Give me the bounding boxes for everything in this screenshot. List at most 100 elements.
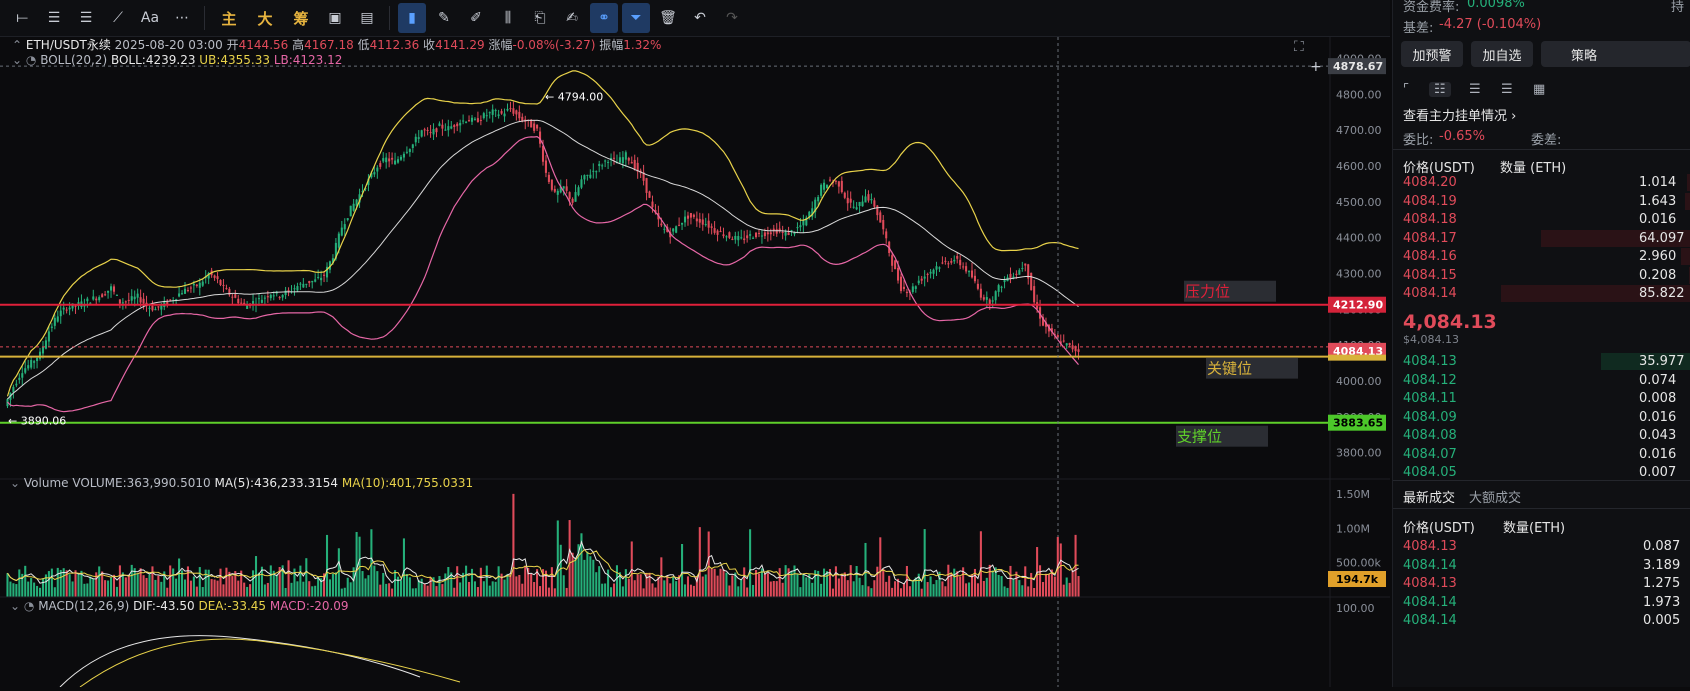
volume-bar xyxy=(361,571,364,597)
bid-row[interactable]: 4084.07 0.016 xyxy=(1393,446,1690,464)
tab-latest-trades[interactable]: 最新成交 xyxy=(1403,487,1455,506)
ask-row[interactable]: 4084.20 1.014 xyxy=(1393,174,1690,192)
volume-bar xyxy=(985,577,988,597)
volume-bar xyxy=(722,569,725,597)
main-orders-link[interactable]: 查看主力挂单情况 › xyxy=(1393,104,1690,124)
bell-icon[interactable]: ◔ xyxy=(24,599,34,613)
clipboard-icon[interactable]: ⎗ xyxy=(526,3,554,33)
undo-icon[interactable]: ↶ xyxy=(686,3,714,33)
collapse-icon[interactable]: ⌄ xyxy=(10,599,20,613)
magnet-icon[interactable]: ▣ xyxy=(321,3,349,33)
add-alert-button[interactable]: 加预警 xyxy=(1401,41,1463,67)
filter-icon[interactable]: ⏷ xyxy=(622,3,650,33)
trade-row: 4084.13 1.275 xyxy=(1393,575,1690,593)
bid-price: 4084.08 xyxy=(1403,428,1457,443)
add-watchlist-button[interactable]: 加自选 xyxy=(1471,41,1533,67)
tab-large-trades[interactable]: 大额成交 xyxy=(1469,487,1521,506)
collapse-icon[interactable]: ⌄ xyxy=(12,53,22,67)
candle-body xyxy=(790,230,793,232)
indicator-button-2[interactable]: 筹 xyxy=(285,3,317,33)
candle-body xyxy=(323,274,326,276)
bid-row[interactable]: 4084.12 0.074 xyxy=(1393,372,1690,390)
bid-row[interactable]: 4084.13 35.977 xyxy=(1393,353,1690,371)
candle-body xyxy=(444,129,447,131)
candle-body xyxy=(823,182,826,190)
candle-body xyxy=(346,218,349,220)
corner-icon[interactable]: ⌜ xyxy=(1403,82,1409,97)
horizontal-line-icon[interactable]: ⟝ xyxy=(8,3,36,33)
candle-body xyxy=(589,174,592,178)
volume-bar xyxy=(610,587,613,597)
candle-body xyxy=(541,145,545,162)
ruler-icon[interactable]: ✎ xyxy=(430,3,458,33)
ask-row[interactable]: 4084.18 0.016 xyxy=(1393,211,1690,229)
orderbook-bids-icon[interactable]: ☰ xyxy=(1501,82,1513,97)
volume-bar xyxy=(391,588,394,597)
grid-icon[interactable]: ▦ xyxy=(1533,82,1545,97)
collapse-icon[interactable]: ⌄ xyxy=(10,476,20,490)
bid-qty: 0.016 xyxy=(1639,409,1677,425)
ask-row[interactable]: 4084.14 85.822 xyxy=(1393,285,1690,303)
fullscreen-icon[interactable]: ⛶ xyxy=(1294,39,1304,55)
indicator-button-1[interactable]: 大 xyxy=(249,3,281,33)
volume-bar xyxy=(494,581,497,597)
ask-price: 4084.14 xyxy=(1403,286,1457,301)
volume-bar xyxy=(982,580,985,597)
orderbook-asks-icon[interactable]: ☰ xyxy=(1469,82,1481,97)
template-icon[interactable]: ▤ xyxy=(353,3,381,33)
horizontal-ray-icon[interactable]: ☰ xyxy=(40,3,68,33)
price-chart[interactable]: 4900.004800.004700.004600.004500.004400.… xyxy=(0,37,1390,688)
bid-row[interactable]: 4084.09 0.016 xyxy=(1393,409,1690,427)
bid-row[interactable]: 4084.11 0.008 xyxy=(1393,390,1690,408)
volume-bar xyxy=(1027,586,1030,597)
redo-icon[interactable]: ↷ xyxy=(718,3,746,33)
parallel-channel-icon[interactable]: ☰ xyxy=(72,3,100,33)
candles-icon[interactable]: ⫼ xyxy=(494,3,522,33)
trade-qty: 3.189 xyxy=(1643,557,1681,573)
volume-bar xyxy=(213,579,216,597)
volume-bar xyxy=(512,493,515,597)
volume-bar xyxy=(1018,580,1021,597)
candle-body xyxy=(252,301,255,304)
price-axis-tick: 4000.00 xyxy=(1336,375,1382,388)
text-tool-icon[interactable]: Aa xyxy=(136,3,164,33)
bell-icon[interactable]: ◔ xyxy=(26,53,36,67)
bookmark-icon[interactable]: ▮ xyxy=(398,3,426,33)
bid-price: 4084.12 xyxy=(1403,372,1457,388)
volume-bar xyxy=(823,568,826,597)
strategy-button[interactable]: 策略 xyxy=(1541,41,1690,67)
ask-row[interactable]: 4084.17 64.097 xyxy=(1393,229,1690,248)
bid-row[interactable]: 4084.08 0.043 xyxy=(1393,427,1690,445)
trash-icon[interactable]: 🗑 xyxy=(654,3,682,33)
volume-bar xyxy=(861,585,864,597)
volume-bar xyxy=(225,567,228,597)
candle-body xyxy=(284,290,287,296)
chart-area[interactable]: 4900.004800.004700.004600.004500.004400.… xyxy=(0,37,1390,688)
chevron-up-icon[interactable]: ⌃ xyxy=(12,38,22,52)
volume-bar xyxy=(796,574,799,597)
indicator-button-0[interactable]: 主 xyxy=(213,3,245,33)
note-icon[interactable]: ✍ xyxy=(558,3,586,33)
trend-line-icon[interactable]: ⟋ xyxy=(104,3,132,33)
ask-row[interactable]: 4084.19 1.643 xyxy=(1393,192,1690,211)
link-icon[interactable]: ⚭ xyxy=(590,3,618,33)
ratio-label: 委比: xyxy=(1403,133,1434,148)
candle-body xyxy=(763,232,766,237)
more-tools-icon[interactable]: ⋯ xyxy=(168,3,196,33)
ask-row[interactable]: 4084.15 0.208 xyxy=(1393,266,1690,285)
candle-body xyxy=(154,309,157,311)
candle-body xyxy=(917,280,920,284)
volume-bar xyxy=(246,586,249,597)
pen-icon[interactable]: ✐ xyxy=(462,3,490,33)
orderbook-both-icon[interactable]: ☷ xyxy=(1429,82,1451,97)
volume-bar xyxy=(624,569,627,597)
candle-body xyxy=(728,232,731,238)
volume-bar xyxy=(760,568,763,597)
volume-bar xyxy=(1062,584,1065,597)
volume-bar xyxy=(104,580,107,597)
candle-body xyxy=(894,260,897,270)
candle-body xyxy=(459,123,462,126)
ask-row[interactable]: 4084.16 2.960 xyxy=(1393,248,1690,266)
volume-bar xyxy=(275,574,278,597)
volume-bar xyxy=(713,568,716,597)
